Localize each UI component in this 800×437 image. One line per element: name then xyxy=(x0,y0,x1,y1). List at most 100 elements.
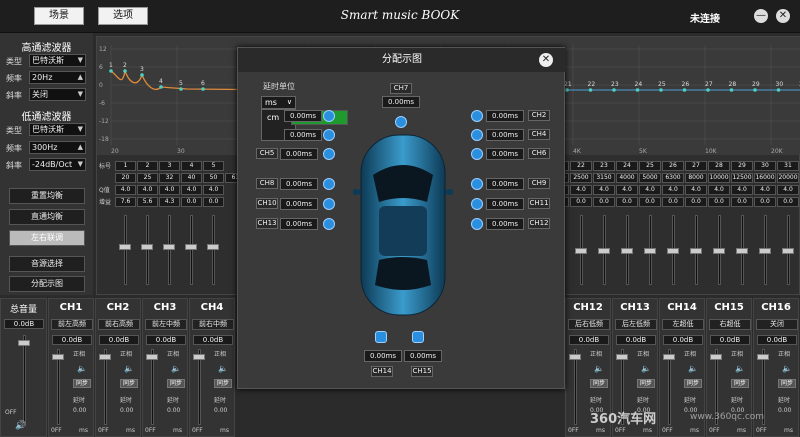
sync-button[interactable]: 同步 xyxy=(778,379,796,388)
eq-cell[interactable]: 4.0 xyxy=(181,185,202,195)
eq-cell[interactable]: 4.0 xyxy=(685,185,707,195)
eq-point[interactable] xyxy=(201,87,205,91)
eq-cell[interactable]: 0.0 xyxy=(570,197,592,207)
eq-cell[interactable]: 5000 xyxy=(639,173,661,183)
sync-button[interactable]: 同步 xyxy=(73,379,91,388)
eq-cell[interactable]: 0.0 xyxy=(754,197,776,207)
eq-cell[interactable]: 4.0 xyxy=(708,185,730,195)
eq-cell[interactable]: 0.0 xyxy=(639,197,661,207)
speaker-icon[interactable] xyxy=(323,110,335,122)
channel-fader-knob[interactable] xyxy=(616,354,628,360)
eq-fader[interactable] xyxy=(141,215,153,285)
eq-fader[interactable] xyxy=(185,215,197,285)
channel-role-select[interactable]: 前左中频 xyxy=(145,319,187,330)
channel-fader[interactable] xyxy=(663,349,675,425)
eq-cell[interactable]: 26 xyxy=(662,161,684,171)
speaker-icon[interactable] xyxy=(471,178,483,190)
eq-cell[interactable]: 7.6 xyxy=(115,197,136,207)
eq-fader-knob[interactable] xyxy=(690,248,702,254)
channel-delay[interactable]: 0.00ms xyxy=(280,198,318,210)
eq-cell[interactable]: 25 xyxy=(137,173,158,183)
eq-cell[interactable]: 0.0 xyxy=(181,197,202,207)
channel-delay[interactable]: 0.00ms xyxy=(486,110,524,122)
channel-delay[interactable]: 0.00ms xyxy=(486,198,524,210)
ch15-delay[interactable]: 0.00ms xyxy=(404,350,442,362)
channel-role-select[interactable]: 前右高频 xyxy=(98,319,140,330)
eq-cell[interactable]: 4.0 xyxy=(777,185,799,195)
channel-fader-knob[interactable] xyxy=(193,354,205,360)
channel-role-select[interactable]: 前左高频 xyxy=(51,319,93,330)
eq-cell[interactable]: 4.0 xyxy=(115,185,136,195)
eq-cell[interactable]: 5.6 xyxy=(137,197,158,207)
eq-fader-knob[interactable] xyxy=(782,248,794,254)
ch14-delay[interactable]: 0.00ms xyxy=(364,350,402,362)
channel-fader-knob[interactable] xyxy=(569,354,581,360)
sync-button[interactable]: 同步 xyxy=(637,379,655,388)
speaker-icon[interactable] xyxy=(323,198,335,210)
eq-point[interactable] xyxy=(729,88,734,92)
mute-speaker-icon[interactable]: 🔈 xyxy=(171,364,181,373)
eq-cell[interactable]: 5 xyxy=(203,161,224,171)
sync-button[interactable]: 同步 xyxy=(731,379,749,388)
eq-cell[interactable]: 2 xyxy=(137,161,158,171)
eq-fader-knob[interactable] xyxy=(141,244,153,250)
channel-delay[interactable]: 0.00ms xyxy=(486,148,524,160)
channel-fader-knob[interactable] xyxy=(146,354,158,360)
hidden-delay[interactable]: 0.00ms xyxy=(284,110,322,122)
mute-speaker-icon[interactable]: 🔈 xyxy=(782,364,792,373)
mute-speaker-icon[interactable]: 🔈 xyxy=(735,364,745,373)
eq-cell[interactable]: 50 xyxy=(203,173,224,183)
mute-speaker-icon[interactable]: 🔈 xyxy=(77,364,87,373)
eq-cell[interactable]: 27 xyxy=(685,161,707,171)
channel-delay[interactable]: 0.00ms xyxy=(280,148,318,160)
delay-value[interactable]: 0.00 xyxy=(778,407,791,414)
eq-fader-knob[interactable] xyxy=(163,244,175,250)
eq-cell[interactable]: 0.0 xyxy=(593,197,615,207)
eq-cell[interactable]: 29 xyxy=(731,161,753,171)
mute-speaker-icon[interactable]: 🔈 xyxy=(124,364,134,373)
eq-cell[interactable]: 6300 xyxy=(662,173,684,183)
eq-fader-knob[interactable] xyxy=(598,248,610,254)
delay-value[interactable]: 0.00 xyxy=(73,407,86,414)
channel-fader-knob[interactable] xyxy=(757,354,769,360)
eq-cell[interactable]: 4.0 xyxy=(203,185,224,195)
eq-point[interactable] xyxy=(612,88,616,92)
eq-cell[interactable]: 4.0 xyxy=(159,185,180,195)
hidden-delay[interactable]: 0.00ms xyxy=(284,129,322,141)
eq-cell[interactable]: 0.0 xyxy=(777,197,799,207)
eq-fader-knob[interactable] xyxy=(667,248,679,254)
speaker-icon[interactable] xyxy=(471,110,483,122)
channel-delay[interactable]: 0.00ms xyxy=(486,129,524,141)
eq-cell[interactable]: 4.0 xyxy=(731,185,753,195)
channel-role-select[interactable]: 前右中频 xyxy=(192,319,234,330)
eq-cell[interactable]: 32 xyxy=(159,173,180,183)
lp-type-select[interactable]: 巴特沃斯 ▼ xyxy=(29,123,86,136)
speaker-icon[interactable] xyxy=(323,178,335,190)
channel-role-select[interactable]: 后左低频 xyxy=(615,319,657,330)
eq-fader[interactable] xyxy=(207,215,219,285)
channel-fader[interactable] xyxy=(193,349,205,425)
channel-fader[interactable] xyxy=(99,349,111,425)
mute-speaker-icon[interactable]: 🔈 xyxy=(218,364,228,373)
speaker-icon[interactable] xyxy=(323,218,335,230)
sync-button[interactable]: 同步 xyxy=(214,379,232,388)
channel-delay[interactable]: 0.00ms xyxy=(280,178,318,190)
speaker-icon[interactable] xyxy=(471,218,483,230)
channel-fader-knob[interactable] xyxy=(710,354,722,360)
eq-cell[interactable]: 16000 xyxy=(754,173,776,183)
eq-cell[interactable]: 12500 xyxy=(731,173,753,183)
channel-fader-knob[interactable] xyxy=(52,354,64,360)
lp-slope-select[interactable]: -24dB/Oct ▼ xyxy=(29,158,86,171)
eq-cell[interactable]: 24 xyxy=(616,161,638,171)
delay-value[interactable]: 0.00 xyxy=(120,407,133,414)
eq-cell[interactable]: 3 xyxy=(159,161,180,171)
eq-fader[interactable] xyxy=(119,215,131,285)
eq-fader[interactable] xyxy=(575,215,587,285)
sync-button[interactable]: 同步 xyxy=(590,379,608,388)
delay-value[interactable]: 0.00 xyxy=(167,407,180,414)
eq-fader[interactable] xyxy=(621,215,633,285)
eq-point[interactable] xyxy=(706,88,710,92)
eq-cell[interactable]: 0.0 xyxy=(708,197,730,207)
eq-point[interactable] xyxy=(159,85,163,89)
eq-cell[interactable]: 4.0 xyxy=(137,185,158,195)
